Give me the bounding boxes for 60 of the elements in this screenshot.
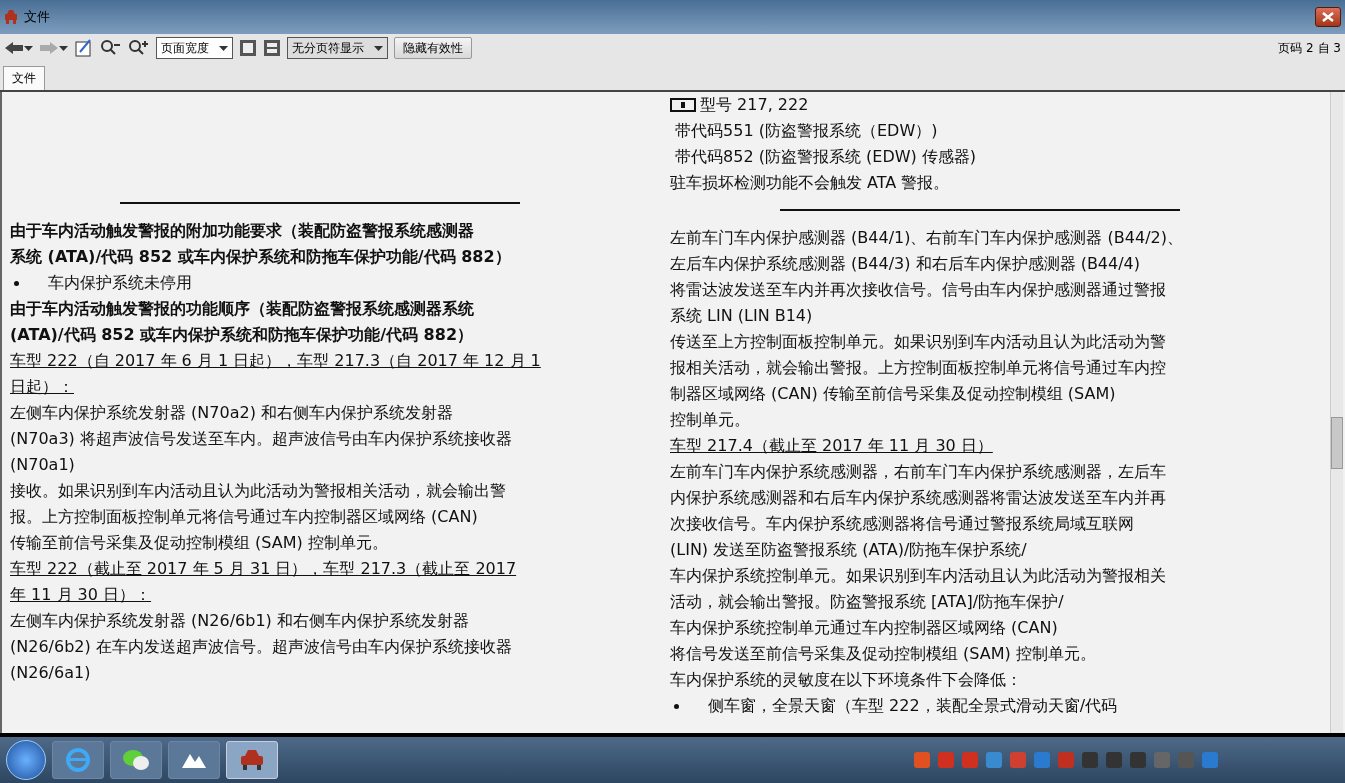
bullet-icon — [674, 703, 679, 709]
tray-icon[interactable] — [937, 751, 955, 769]
tray-icon[interactable] — [1201, 751, 1219, 769]
close-button[interactable] — [1315, 7, 1341, 27]
paragraph: 左侧车内保护系统发射器 (N70a2) 和右侧车内保护系统发射器 (N70a3) 将超声波信号发送至车内。超声波信号由车内保护系统接收器 (N70a1) 接收。如果识别到车内活动且认为此活动为警报相关活动，就会输出警 报。上方控制面板控制单元将信号通过车内控制器区域网络 (CAN) 传输至前信号采集及促动控制模组 (SAM) 控制单元。 — [10, 402, 513, 554]
paragraph: 带代码551 (防盗警报系统（EDW）) 带代码852 (防盗警报系统 (EDW) 传感器) 驻车损坏检测功能不会触发 ATA 警报。 — [670, 120, 978, 194]
car-icon — [239, 748, 265, 772]
browser-icon — [65, 747, 91, 773]
caret-icon — [59, 45, 68, 51]
tray-icon[interactable] — [1009, 751, 1027, 769]
bullet-icon — [14, 280, 19, 286]
multi-page-button[interactable] — [263, 39, 281, 57]
taskbar-app[interactable] — [110, 741, 162, 779]
taskbar-app[interactable] — [168, 741, 220, 779]
model-note: 型号 217, 222 — [700, 94, 809, 116]
zoom-select[interactable]: 页面宽度 — [156, 37, 233, 59]
start-button[interactable] — [6, 740, 46, 780]
model-heading: 车型 222（自 2017 年 6 月 1 日起），车型 217.3（自 2017 年 12 月 1 日起）： — [10, 350, 542, 398]
taskbar-app[interactable] — [226, 741, 278, 779]
bullet-text: 车内保护系统未停用 — [48, 272, 192, 294]
section-heading: 由于车内活动触发警报的附加功能要求（装配防盗警报系统感测器 系统 (ATA)/代码 852 或车内保护系统和防拖车保护功能/代码 882） — [10, 220, 512, 268]
page-indicator: 页码 2 自 3 — [1278, 39, 1341, 57]
zoom-in-button[interactable] — [128, 39, 150, 57]
tray-icon[interactable] — [985, 751, 1003, 769]
note-icon — [670, 98, 696, 112]
back-button[interactable] — [4, 41, 33, 55]
scroll-thumb[interactable] — [1331, 417, 1343, 469]
tray-icon[interactable] — [1153, 751, 1171, 769]
model-heading: 车型 217.4（截止至 2017 年 11 月 30 日） — [670, 435, 994, 457]
paragraph: 左侧车内保护系统发射器 (N26/6b1) 和右侧车内保护系统发射器 (N26/6b2) 在车内发送超声波信号。超声波信号由车内保护系统接收器 (N26/6a1) — [10, 610, 513, 684]
section-heading: 由于车内活动触发警报的功能顺序（装配防盗警报系统感测器系统 (ATA)/代码 852 或车内保护系统和防拖车保护功能/代码 882） — [10, 298, 475, 346]
chat-bubbles-icon — [122, 748, 150, 772]
bullet-text: 侧车窗，全景天窗（车型 222，装配全景式滑动天窗/代码 — [708, 695, 1117, 717]
scrollbar[interactable] — [1330, 92, 1343, 733]
tray-icon[interactable] — [1105, 751, 1123, 769]
tray-icon[interactable] — [1033, 751, 1051, 769]
forward-arrow-icon — [39, 41, 59, 55]
tray-icon[interactable] — [1129, 751, 1147, 769]
single-page-button[interactable] — [239, 39, 257, 57]
tray-icon[interactable] — [1177, 751, 1195, 769]
fit-page-button[interactable] — [74, 38, 94, 58]
tray-icon[interactable] — [913, 751, 931, 769]
window-title: 文件 — [24, 8, 51, 26]
page-break-select[interactable]: 无分页符显示 — [287, 37, 388, 59]
zoom-out-button[interactable] — [100, 39, 122, 57]
paragraph: 左前车门车内保护感测器 (B44/1)、右前车门车内保护感测器 (B44/2)、 左后车内保护系统感测器 (B44/3) 和右后车内保护感测器 (B44/4) 将雷达波发送至车内并再次接收信号。信号由车内保护感测器通过警报 系统 LIN (LIN B14) 传送至上方控制面板控制单元。如果识别到车内活动且认为此活动为警 报相关活动，就会输出警报。上方控制面板控制单元将信号通过车内控 制器区域网络 (CAN) 传输至前信号采集及促动控制模组 (SAM) 控制单元。 — [670, 227, 1184, 431]
hide-validity-button[interactable]: 隐藏有效性 — [394, 37, 472, 59]
tray-icon[interactable] — [961, 751, 979, 769]
caret-icon — [374, 45, 383, 51]
tab[interactable]: 文件 — [3, 66, 45, 90]
caret-icon — [219, 45, 228, 51]
close-icon — [1322, 12, 1334, 22]
paragraph: 左前车门车内保护系统感测器，右前车门车内保护系统感测器，左后车 内保护系统感测器和右后车内保护系统感测器将雷达波发送至车内并再 次接收信号。车内保护系统感测器将信号通过警报系统局域互联网 (LIN) 发送至防盗警报系统 (ATA)/防拖车保护系统/ 车内保护系统控制单元。如果识别到车内活动且认为此活动为警报相关 活动，就会输出警报。防盗警报系统 [ATA]/防拖车保护/ 车内保护系统控制单元通过车内控制器区域网络 (CAN) 将信号发送至前信号采集及促动控制模组 (SAM) 控制单元。 车内保护系统的灵敏度在以下环境条件下会降低： — [670, 461, 1167, 691]
model-heading: 车型 222（截止至 2017 年 5 月 31 日），车型 217.3（截止至 2017 年 11 月 30 日）： — [10, 558, 518, 606]
car-logo-icon — [4, 9, 18, 25]
back-arrow-icon — [4, 41, 24, 55]
forward-button[interactable] — [39, 41, 68, 55]
caret-icon — [24, 45, 33, 51]
tray-icon[interactable] — [1057, 751, 1075, 769]
tray-icon[interactable] — [1081, 751, 1099, 769]
